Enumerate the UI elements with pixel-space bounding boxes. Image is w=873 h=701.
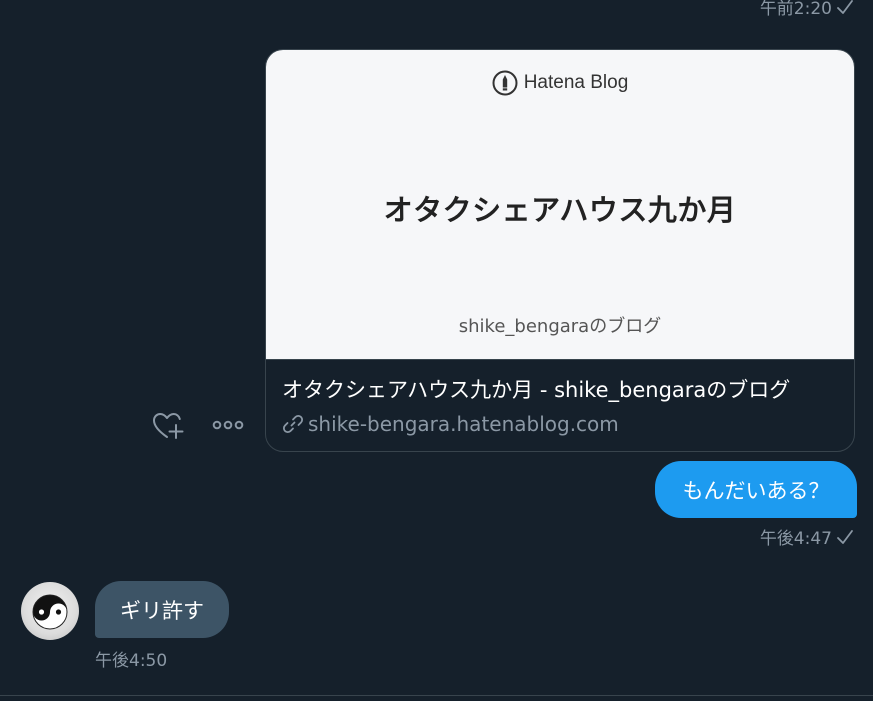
link-icon (282, 413, 304, 435)
check-icon (836, 0, 854, 15)
received-message-text: ギリ許す (120, 598, 204, 623)
sent-message-bubble[interactable]: もんだいある？ (655, 461, 857, 518)
hatena-pen-icon (492, 70, 518, 96)
card-meta: オタクシェアハウス九か月 - shike_bengaraのブログ shike-b… (282, 374, 838, 436)
timestamp-text: 午後4:50 (95, 651, 168, 671)
received-message-bubble[interactable]: ギリ許す (95, 581, 229, 638)
sent-message-timestamp: 午後4:47 (760, 524, 854, 549)
card-domain: shike-bengara.hatenablog.com (282, 412, 838, 436)
link-preview-card[interactable]: Hatena Blog オタクシェアハウス九か月 shike_bengaraのブ… (265, 49, 855, 452)
received-message-timestamp: 午後4:50 (95, 646, 167, 671)
check-icon (836, 529, 854, 545)
sent-message-text: もんだいある？ (682, 478, 830, 503)
more-button[interactable] (208, 410, 248, 440)
timestamp-text: 午前2:20 (759, 0, 832, 19)
card-title: オタクシェアハウス九か月 - shike_bengaraのブログ (282, 378, 791, 402)
timestamp-text: 午後4:47 (759, 529, 832, 549)
message-timestamp-top: 午前2:20 (760, 0, 854, 19)
yin-yang-avatar-icon (32, 594, 68, 630)
card-image[interactable]: Hatena Blog オタクシェアハウス九か月 shike_bengaraのブ… (266, 50, 854, 360)
more-icon (212, 419, 244, 431)
card-image-headline: オタクシェアハウス九か月 (383, 193, 737, 227)
hatena-blog-logo: Hatena Blog (266, 70, 854, 96)
card-domain-text: shike-bengara.hatenablog.com (308, 412, 619, 436)
react-button[interactable] (150, 408, 186, 444)
composer-divider (0, 695, 873, 696)
logo-text: Hatena Blog (523, 72, 629, 93)
card-image-blog-name: shike_bengaraのブログ (458, 316, 662, 337)
heart-plus-icon (151, 410, 185, 442)
avatar[interactable] (21, 582, 79, 640)
